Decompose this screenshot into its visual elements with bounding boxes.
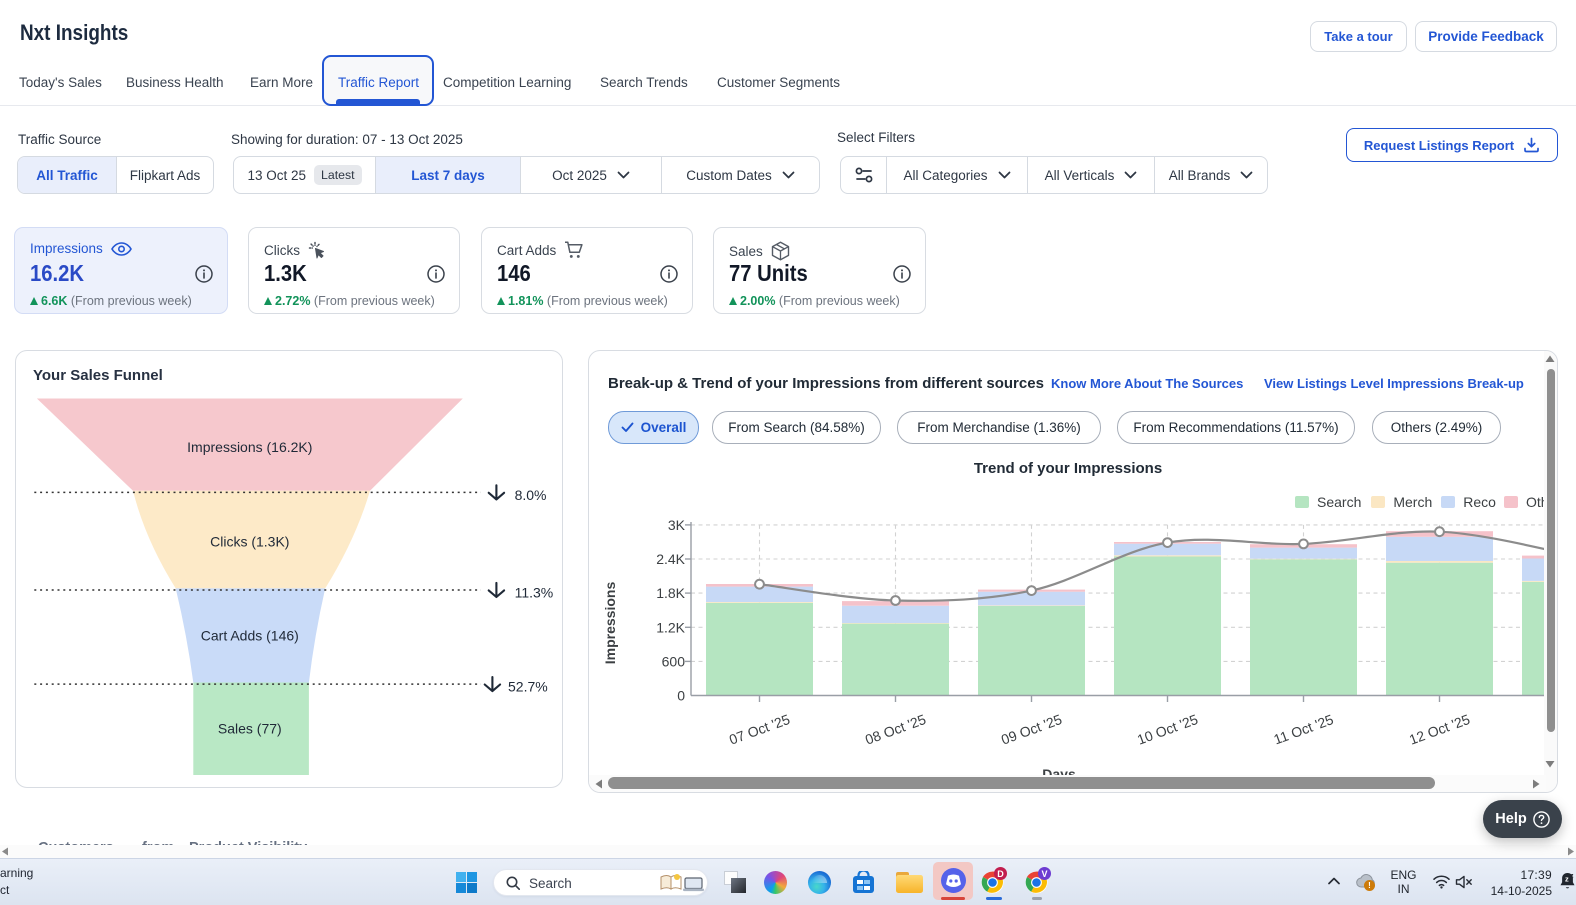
svg-text:Impressions (16.2K): Impressions (16.2K) bbox=[187, 439, 312, 455]
svg-text:1.8K: 1.8K bbox=[656, 585, 685, 601]
svg-text:0: 0 bbox=[677, 688, 685, 704]
svg-text:z: z bbox=[1565, 875, 1569, 884]
svg-text:3K: 3K bbox=[668, 517, 686, 533]
svg-text:Clicks (1.3K): Clicks (1.3K) bbox=[210, 534, 289, 550]
svg-text:Impressions: Impressions bbox=[602, 582, 618, 665]
svg-text:11 Oct '25: 11 Oct '25 bbox=[1271, 711, 1335, 747]
svg-text:10 Oct '25: 10 Oct '25 bbox=[1135, 711, 1200, 748]
svg-text:52.7%: 52.7% bbox=[508, 679, 548, 695]
svg-text:Sales (77): Sales (77) bbox=[218, 721, 282, 737]
svg-text:z: z bbox=[1571, 874, 1574, 880]
svg-text:1.2K: 1.2K bbox=[656, 619, 685, 635]
svg-text:600: 600 bbox=[662, 653, 686, 669]
svg-text:Cart Adds (146): Cart Adds (146) bbox=[201, 628, 299, 644]
svg-text:8.0%: 8.0% bbox=[515, 487, 547, 503]
svg-text:07 Oct '25: 07 Oct '25 bbox=[727, 711, 792, 748]
svg-text:11.3%: 11.3% bbox=[515, 585, 554, 601]
svg-text:08 Oct '25: 08 Oct '25 bbox=[863, 711, 928, 748]
svg-text:09 Oct '25: 09 Oct '25 bbox=[999, 711, 1064, 748]
svg-text:12 Oct '25: 12 Oct '25 bbox=[1407, 711, 1472, 748]
svg-text:2.4K: 2.4K bbox=[656, 551, 685, 567]
